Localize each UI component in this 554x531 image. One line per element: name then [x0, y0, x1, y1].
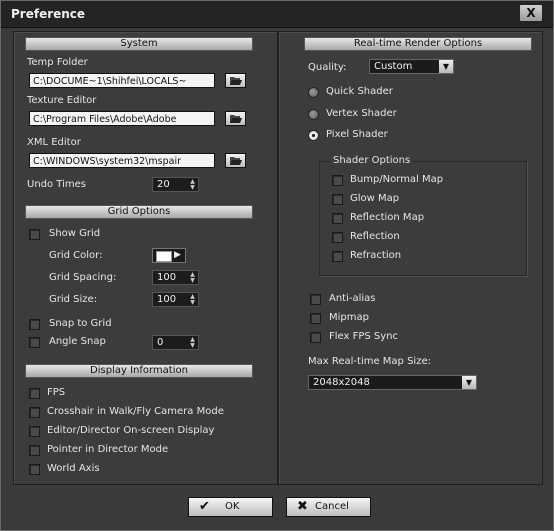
crosshair-checkbox[interactable]	[29, 407, 40, 418]
grid-size-value: 100	[157, 294, 177, 305]
max-map-size-value: 2048x2048	[313, 377, 370, 388]
grid-color-picker[interactable]: ▶	[152, 248, 186, 263]
window-title: Preference	[11, 7, 86, 21]
xml-editor-input[interactable]: C:\WINDOWS\system32\mspair	[29, 153, 215, 168]
flex-fps-sync-checkbox[interactable]	[310, 332, 321, 343]
xml-editor-label: XML Editor	[27, 137, 81, 148]
quality-label: Quality:	[308, 62, 347, 73]
texture-editor-input[interactable]: C:\Program Files\Adobe\Adobe	[29, 111, 215, 126]
world-axis-checkbox[interactable]	[29, 464, 40, 475]
flex-fps-sync-label: Flex FPS Sync	[329, 331, 399, 342]
anti-alias-checkbox[interactable]	[310, 294, 321, 305]
cancel-button[interactable]: ✖ Cancel	[286, 497, 371, 517]
vertex-shader-radio[interactable]	[308, 109, 319, 120]
texture-editor-browse-button[interactable]	[225, 111, 246, 126]
undo-times-spinner[interactable]: 20 ▲ ▼	[152, 177, 199, 192]
temp-folder-browse-button[interactable]	[225, 73, 246, 88]
world-axis-label: World Axis	[47, 463, 100, 474]
reflection-label: Reflection	[350, 231, 400, 242]
chevron-down-icon: ▼	[462, 376, 476, 389]
render-options-header: Real-time Render Options	[304, 37, 532, 51]
angle-snap-label: Angle Snap	[49, 336, 106, 347]
quick-shader-radio[interactable]	[308, 87, 319, 98]
max-map-size-select[interactable]: 2048x2048 ▼	[308, 375, 477, 390]
grid-size-label: Grid Size:	[49, 294, 98, 305]
reflection-map-label: Reflection Map	[350, 212, 425, 223]
fps-label: FPS	[47, 387, 66, 398]
fps-checkbox[interactable]	[29, 388, 40, 399]
bump-normal-map-label: Bump/Normal Map	[350, 174, 444, 185]
checkmark-icon: ✔	[199, 499, 210, 514]
spinner-arrows-icon[interactable]: ▲ ▼	[189, 179, 196, 191]
show-grid-label: Show Grid	[49, 228, 101, 239]
refraction-label: Refraction	[350, 250, 402, 261]
angle-snap-value: 0	[157, 337, 164, 348]
onscreen-display-label: Editor/Director On-screen Display	[47, 425, 215, 436]
refraction-checkbox[interactable]	[332, 251, 343, 262]
system-header: System	[25, 37, 253, 51]
display-information-header: Display Information	[25, 364, 253, 378]
spinner-arrows-icon[interactable]: ▲ ▼	[189, 294, 196, 306]
folder-open-icon	[230, 157, 242, 165]
bump-normal-map-checkbox[interactable]	[332, 175, 343, 186]
preference-window: Preference X System Temp Folder C:\DOCUM…	[0, 0, 554, 531]
folder-open-icon	[230, 77, 242, 85]
shader-options-title: Shader Options	[330, 155, 414, 166]
quick-shader-label: Quick Shader	[326, 86, 393, 97]
grid-spacing-label: Grid Spacing:	[49, 272, 117, 283]
ok-label: OK	[225, 501, 240, 512]
spinner-arrows-icon[interactable]: ▲ ▼	[189, 337, 196, 349]
pointer-director-label: Pointer in Director Mode	[47, 444, 169, 455]
chevron-down-icon: ▼	[439, 60, 453, 73]
mipmap-label: Mipmap	[329, 312, 369, 323]
undo-times-label: Undo Times	[27, 179, 86, 190]
onscreen-display-checkbox[interactable]	[29, 426, 40, 437]
show-grid-checkbox[interactable]	[29, 229, 40, 240]
angle-snap-spinner[interactable]: 0 ▲ ▼	[152, 335, 199, 350]
spinner-arrows-icon[interactable]: ▲ ▼	[189, 272, 196, 284]
texture-editor-label: Texture Editor	[27, 95, 97, 106]
snap-to-grid-checkbox[interactable]	[29, 319, 40, 330]
folder-open-icon	[230, 115, 242, 123]
glow-map-label: Glow Map	[350, 193, 400, 204]
grid-options-header: Grid Options	[25, 205, 253, 219]
title-bar[interactable]: Preference X	[1, 1, 553, 28]
pointer-director-checkbox[interactable]	[29, 445, 40, 456]
quality-value: Custom	[374, 61, 413, 72]
x-icon: ✖	[297, 499, 308, 514]
grid-color-label: Grid Color:	[49, 250, 103, 261]
grid-spacing-spinner[interactable]: 100 ▲ ▼	[152, 270, 199, 285]
undo-times-value: 20	[157, 179, 170, 190]
reflection-map-checkbox[interactable]	[332, 213, 343, 224]
max-map-size-label: Max Real-time Map Size:	[308, 356, 431, 367]
cancel-label: Cancel	[315, 501, 349, 512]
ok-button[interactable]: ✔ OK	[188, 497, 273, 517]
xml-editor-browse-button[interactable]	[225, 153, 246, 168]
grid-spacing-value: 100	[157, 272, 177, 283]
snap-to-grid-label: Snap to Grid	[49, 318, 112, 329]
reflection-checkbox[interactable]	[332, 232, 343, 243]
close-button[interactable]: X	[519, 4, 543, 22]
color-swatch	[156, 251, 172, 262]
mipmap-checkbox[interactable]	[310, 313, 321, 324]
temp-folder-input[interactable]: C:\DOCUME~1\Shihfei\LOCALS~	[29, 73, 215, 88]
vertex-shader-label: Vertex Shader	[326, 108, 397, 119]
crosshair-label: Crosshair in Walk/Fly Camera Mode	[47, 406, 224, 417]
pixel-shader-label: Pixel Shader	[326, 129, 388, 140]
quality-select[interactable]: Custom ▼	[369, 59, 454, 74]
play-arrow-icon: ▶	[174, 250, 181, 260]
angle-snap-checkbox[interactable]	[29, 337, 40, 348]
glow-map-checkbox[interactable]	[332, 194, 343, 205]
temp-folder-label: Temp Folder	[27, 57, 88, 68]
grid-size-spinner[interactable]: 100 ▲ ▼	[152, 292, 199, 307]
anti-alias-label: Anti-alias	[329, 293, 376, 304]
pixel-shader-radio[interactable]	[308, 130, 319, 141]
